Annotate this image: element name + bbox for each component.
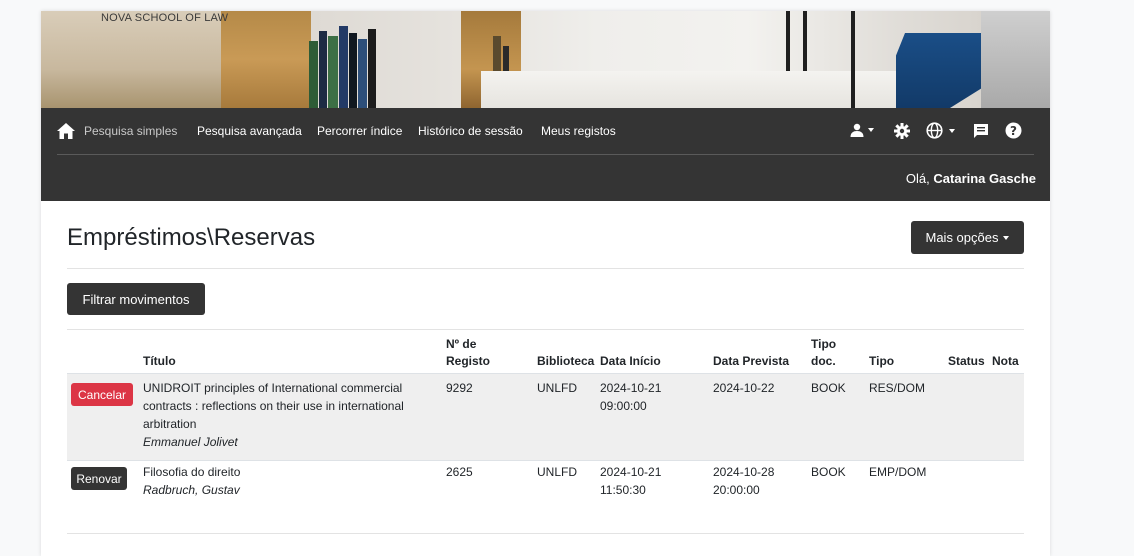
row-data-inicio: 2024-10-21 09:00:00: [600, 381, 662, 413]
chevron-down-icon: [1003, 235, 1010, 240]
row-biblioteca: UNLFD: [537, 381, 578, 395]
nav-simple-search[interactable]: Pesquisa simples: [84, 124, 177, 138]
nav-advanced-search[interactable]: Pesquisa avançada: [197, 124, 302, 138]
globe-icon: [926, 122, 943, 139]
greeting-prefix: Olá,: [905, 171, 934, 186]
gear-icon[interactable]: [894, 123, 910, 139]
row-data-inicio: 2024-10-21 11:50:30: [600, 465, 662, 497]
table-bottom-border: [67, 533, 1024, 534]
nav-session-history[interactable]: Histórico de sessão: [418, 124, 523, 138]
svg-text:?: ?: [1010, 124, 1017, 138]
row-tipo: RES/DOM: [869, 381, 926, 395]
main-navbar: Pesquisa simples Pesquisa avançada Perco…: [41, 108, 1050, 201]
home-icon[interactable]: [57, 123, 75, 139]
row-data-prevista: 2024-10-22: [713, 381, 775, 395]
message-icon[interactable]: [973, 123, 989, 139]
header-data-prevista: Data Prevista: [713, 354, 790, 368]
user-greeting: Olá, Catarina Gasche: [906, 171, 1036, 186]
header-biblioteca: Biblioteca: [537, 354, 595, 368]
user-name: Catarina Gasche: [933, 171, 1036, 186]
nav-my-records[interactable]: Meus registos: [541, 124, 616, 138]
row-data-prevista: 2024-10-28 20:00:00: [713, 465, 775, 497]
row-tipo-doc: BOOK: [811, 381, 846, 395]
page-container: NOVA SCHOOL OF LAW Pesquisa simples Pesq…: [41, 11, 1050, 556]
divider: [67, 268, 1024, 269]
header-registo: Nº de Registo: [446, 337, 491, 368]
navbar-divider: [57, 154, 1034, 155]
filter-movements-button[interactable]: Filtrar movimentos: [67, 283, 205, 315]
header-banner: NOVA SCHOOL OF LAW: [41, 11, 1050, 108]
row-tipo: EMP/DOM: [869, 465, 927, 479]
header-data-inicio: Data Início: [600, 354, 661, 368]
row-registo: 2625: [446, 465, 473, 479]
user-menu-button[interactable]: [850, 123, 874, 137]
row-author: Radbruch, Gustav: [143, 483, 240, 497]
more-options-button[interactable]: Mais opções: [911, 221, 1024, 254]
nav-browse-index[interactable]: Percorrer índice: [317, 124, 402, 138]
renew-button[interactable]: Renovar: [71, 467, 127, 490]
row-title: UNIDROIT principles of International com…: [143, 381, 404, 449]
bookshelf-image: [309, 26, 376, 108]
chevron-down-icon: [949, 128, 955, 133]
row-divider: [67, 460, 1024, 461]
more-options-label: Mais opções: [925, 230, 999, 245]
page-title: Empréstimos\Reservas: [67, 224, 316, 251]
chevron-down-icon: [868, 128, 874, 132]
row-tipo-doc: BOOK: [811, 465, 846, 479]
user-icon: [850, 123, 864, 137]
header-nota: Nota: [992, 354, 1019, 368]
row-title: Filosofia do direito Radbruch, Gustav: [143, 465, 241, 497]
table-top-border: [67, 329, 1024, 330]
help-icon[interactable]: ?: [1005, 122, 1022, 139]
row-registo: 9292: [446, 381, 473, 395]
language-menu-button[interactable]: [926, 122, 955, 139]
header-tipo-doc: Tipo doc.: [811, 337, 837, 368]
header-status: Status: [948, 354, 985, 368]
row-biblioteca: UNLFD: [537, 465, 578, 479]
cancel-button[interactable]: Cancelar: [71, 383, 133, 406]
header-title: Título: [143, 354, 176, 368]
header-tipo: Tipo: [869, 354, 895, 368]
row-author: Emmanuel Jolivet: [143, 435, 238, 449]
brand-name: NOVA SCHOOL OF LAW: [101, 12, 229, 24]
